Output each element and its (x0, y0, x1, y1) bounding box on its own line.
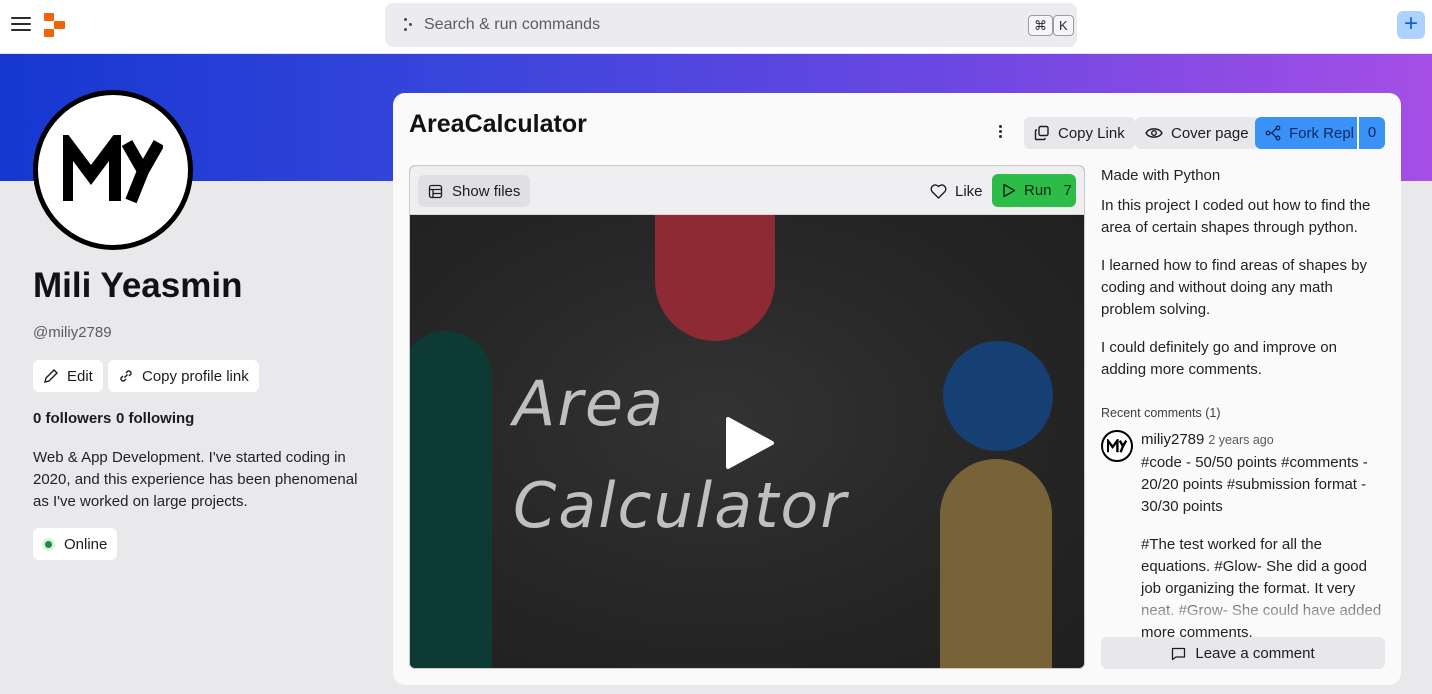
status-label: Online (64, 535, 108, 553)
comment-username[interactable]: miliy2789 (1141, 431, 1204, 448)
repl-player: Show files Like Run 7 Area Calculator (409, 165, 1085, 669)
video-text-line1: Area (513, 367, 666, 440)
fork-label: Fork Repl (1289, 124, 1355, 142)
fork-icon (1265, 125, 1281, 141)
fork-count: 0 (1357, 117, 1385, 149)
avatar-monogram (1107, 439, 1127, 453)
copy-profile-link-label: Copy profile link (142, 367, 249, 385)
edit-button[interactable]: Edit (33, 360, 103, 392)
hamburger-icon[interactable] (11, 14, 31, 34)
made-with: Made with Python (1101, 167, 1221, 184)
play-video-icon[interactable] (724, 415, 776, 471)
fork-repl-button[interactable]: Fork Repl 0 (1255, 117, 1385, 149)
avatar-monogram (63, 135, 163, 204)
avatar (33, 90, 193, 250)
play-icon (1003, 183, 1016, 198)
blue-circle-shape (943, 341, 1053, 451)
teal-shape (410, 331, 492, 668)
plus-icon: + (1403, 10, 1418, 37)
comment-paragraph: #code - 50/50 points #comments - 20/20 p… (1141, 454, 1368, 515)
copy-link-label: Copy Link (1058, 124, 1125, 142)
video-text-line2: Calculator (513, 469, 848, 542)
run-label: Run (1024, 182, 1052, 199)
repl-title: AreaCalculator (409, 110, 587, 138)
files-icon (428, 184, 443, 198)
red-shape (655, 215, 775, 341)
leave-comment-label: Leave a comment (1195, 644, 1315, 662)
copy-icon (1034, 125, 1049, 141)
show-files-button[interactable]: Show files (418, 175, 531, 207)
top-bar: Search & run commands ⌘ K + (0, 0, 1432, 54)
copy-profile-link-button[interactable]: Copy profile link (108, 360, 259, 392)
comment-icon (1172, 647, 1186, 660)
link-icon (120, 370, 132, 382)
leave-comment-button[interactable]: Leave a comment (1101, 637, 1385, 669)
online-dot-icon (45, 540, 52, 548)
profile-bio: Web & App Development. I've started codi… (33, 449, 358, 510)
like-button[interactable]: Like (926, 175, 987, 207)
search-placeholder: Search & run commands (424, 16, 601, 33)
command-icon (403, 18, 415, 32)
shortcut-k-key: K (1053, 15, 1074, 36)
eye-icon (1145, 128, 1163, 138)
description-paragraph: I could definitely go and improve on add… (1101, 339, 1337, 378)
comment-fade (1101, 593, 1385, 629)
like-label: Like (955, 182, 983, 200)
search-bar[interactable]: Search & run commands ⌘ K (385, 3, 1077, 47)
shortcut-cmd-key: ⌘ (1028, 15, 1053, 36)
followers-count[interactable]: 0 followers (33, 410, 111, 427)
heart-icon (930, 183, 947, 199)
gold-shape (940, 459, 1052, 668)
comment-avatar[interactable] (1101, 430, 1133, 462)
more-options-icon[interactable] (991, 123, 1009, 143)
player-toolbar: Show files Like Run 7 (410, 166, 1084, 215)
cover-video[interactable]: Area Calculator (410, 215, 1084, 668)
show-files-label: Show files (452, 182, 521, 200)
following-count[interactable]: 0 following (116, 410, 194, 427)
cover-page-button[interactable]: Cover page (1135, 117, 1259, 149)
description-paragraph: I learned how to find areas of shapes by… (1101, 257, 1368, 318)
profile-name: Mili Yeasmin (33, 266, 243, 305)
recent-comments-header: Recent comments (1) (1101, 406, 1221, 420)
pencil-icon (44, 369, 58, 383)
repl-card: AreaCalculator Copy Link Cover page Fork… (393, 93, 1401, 685)
replit-logo[interactable] (44, 13, 66, 37)
comment-time: 2 years ago (1208, 433, 1274, 447)
profile-handle: @miliy2789 (33, 324, 112, 341)
create-button[interactable]: + (1397, 11, 1425, 39)
run-count: 7 (1063, 182, 1072, 199)
repl-description: Made with Python In this project I coded… (1101, 165, 1385, 381)
edit-label: Edit (67, 367, 93, 385)
copy-link-button[interactable]: Copy Link (1024, 117, 1135, 149)
comment-header: miliy2789 2 years ago (1141, 431, 1274, 448)
description-paragraph: In this project I coded out how to find … (1101, 197, 1371, 236)
cover-page-label: Cover page (1171, 124, 1249, 142)
run-button[interactable]: Run 7 (992, 174, 1076, 207)
status-badge: Online (33, 528, 117, 560)
